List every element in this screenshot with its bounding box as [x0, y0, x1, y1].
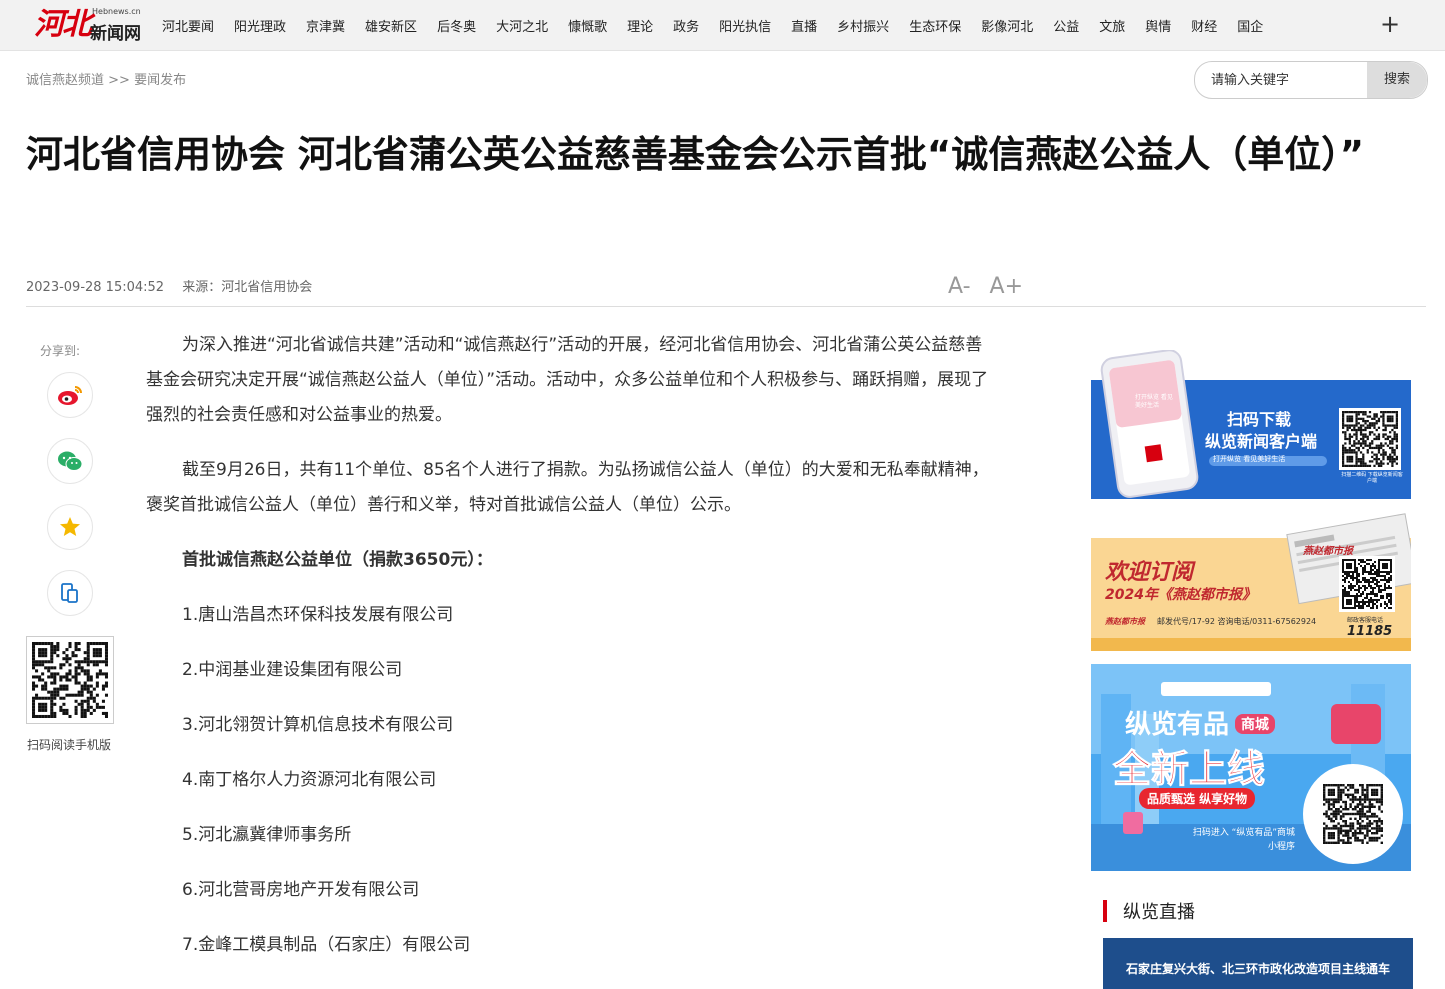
nav-item[interactable]: 政务	[673, 16, 699, 35]
article-meta: 2023-09-28 15:04:52 来源：河北省信用协会	[26, 276, 312, 295]
nav-item[interactable]: 理论	[627, 16, 653, 35]
ad1-line3: 打开纵览 看见美好生活	[1213, 455, 1286, 463]
ad3-tag: 商城	[1235, 714, 1275, 734]
meta-divider	[26, 306, 1426, 307]
qr-code-icon	[32, 642, 108, 718]
live-video-thumbnail[interactable]: 石家庄复兴大街、北三环市政化改造项目主线通车	[1103, 938, 1413, 989]
live-heading[interactable]: 纵览直播	[1123, 898, 1195, 924]
search-button[interactable]: 搜索	[1367, 62, 1427, 98]
logo-site-name: 新闻网	[90, 24, 141, 44]
ad3-qr-caption: 扫码进入 “纵览有品”商城小程序	[1192, 828, 1295, 852]
app-download-banner[interactable]: 打开纵览 看见美好生活 扫码下载 纵览新闻客户端 打开纵览 看见美好生活 扫描二…	[1091, 350, 1411, 499]
ad3-brand: 纵览有品	[1125, 710, 1230, 740]
ad1-line1: 扫码下载	[1227, 410, 1292, 429]
nav-item[interactable]: 慷慨歌	[568, 16, 607, 35]
logo-domain: Hebnews.cn	[92, 7, 141, 16]
wechat-share-button[interactable]	[47, 438, 93, 484]
newspaper-subscribe-banner[interactable]: 燕赵都市报 欢迎订阅 2024年《燕赵都市报》 燕赵都市报 邮发代号/17-92…	[1091, 512, 1411, 651]
unit-list-item: 1.唐山浩昌杰环保科技发展有限公司	[182, 605, 454, 625]
search-box: 搜索	[1194, 61, 1428, 99]
share-label: 分享到:	[40, 344, 81, 358]
article-source: 来源：河北省信用协会	[182, 280, 313, 295]
unit-list-heading: 首批诚信燕赵公益单位（捐款3650元）：	[182, 550, 493, 570]
mobile-share-button[interactable]	[47, 570, 93, 616]
ad2-hotline-label: 邮政客服电话	[1347, 617, 1384, 624]
ad1-phone-text: 打开纵览 看见美好生活	[1135, 394, 1173, 409]
site-logo[interactable]: 河北 Hebnews.cn 新闻网	[34, 5, 142, 45]
nav-item[interactable]: 京津冀	[306, 16, 345, 35]
ad3-headline: 全新上线	[1112, 747, 1266, 792]
ad2-line2: 2024年《燕赵都市报》	[1105, 587, 1256, 603]
nav-item[interactable]: 直播	[791, 16, 817, 35]
article-paragraph: 截至9月26日，共有11个单位、85名个人进行了捐款。为弘扬诚信公益人（单位）的…	[146, 460, 989, 515]
nav-item[interactable]: 国企	[1237, 16, 1263, 35]
breadcrumb-separator: >>	[108, 73, 130, 88]
breadcrumb-section-link[interactable]: 要闻发布	[134, 73, 186, 88]
unit-list-item: 6.河北营哥房地产开发有限公司	[182, 880, 420, 900]
nav-item[interactable]: 雄安新区	[365, 16, 417, 35]
mobile-qr-code	[26, 636, 114, 724]
star-icon	[60, 517, 80, 536]
nav-item[interactable]: 公益	[1053, 16, 1079, 35]
mall-launch-banner[interactable]: 纵览有品 商城 全新上线 品质甄选 纵享好物 扫码进入 “纵览有品”商城小程序	[1091, 664, 1411, 871]
live-caption: 石家庄复兴大街、北三环市政化改造项目主线通车	[1125, 962, 1390, 976]
mobile-devices-icon	[61, 583, 78, 603]
wechat-icon	[58, 451, 83, 471]
unit-list-item: 7.金峰工模具制品（石家庄）有限公司	[182, 935, 471, 955]
weibo-icon	[58, 386, 82, 405]
section-accent-bar	[1103, 900, 1107, 922]
unit-list-item: 3.河北翎贺计算机信息技术有限公司	[182, 715, 454, 735]
ad2-paper-name: 燕赵都市报	[1303, 546, 1353, 557]
nav-item[interactable]: 文旅	[1099, 16, 1125, 35]
qr-caption: 扫码阅读手机版	[27, 738, 112, 752]
article-body: 为深入推进“河北省诚信共建”活动和“诚信燕赵行”活动的开展，经河北省信用协会、河…	[146, 328, 996, 983]
top-navigation-bar: 河北 Hebnews.cn 新闻网 河北要闻 阳光理政 京津冀 雄安新区 后冬奥 大河之北…	[0, 0, 1445, 51]
ad2-line3: 邮发代号/17-92 咨询电话/0311-67562924	[1157, 617, 1317, 626]
live-section-header: 纵览直播	[1091, 889, 1425, 929]
search-input[interactable]	[1209, 70, 1363, 90]
ad3-sub: 品质甄选 纵享好物	[1139, 788, 1256, 809]
breadcrumb-channel-link[interactable]: 诚信燕赵频道	[26, 73, 104, 88]
favorite-share-button[interactable]	[47, 504, 93, 550]
ad1-line2: 纵览新闻客户端	[1205, 432, 1318, 451]
ad1-qr-caption: 扫描二维码 下载纵览新闻客户端	[1341, 472, 1403, 484]
nav-item[interactable]: 河北要闻	[162, 16, 214, 35]
nav-item[interactable]: 财经	[1191, 16, 1217, 35]
nav-item[interactable]: 阳光执信	[719, 16, 771, 35]
nav-item[interactable]: 影像河北	[981, 16, 1033, 35]
unit-list-item: 4.南丁格尔人力资源河北有限公司	[182, 770, 437, 790]
nav-item[interactable]: 舆情	[1145, 16, 1171, 35]
unit-list-item: 2.中润基业建设集团有限公司	[182, 660, 403, 680]
ad2-line1: 欢迎订阅	[1105, 560, 1194, 585]
nav-item[interactable]: 后冬奥	[437, 16, 476, 35]
nav-item[interactable]: 大河之北	[496, 16, 548, 35]
weibo-share-button[interactable]	[47, 372, 93, 418]
ad2-hotline: 11185	[1347, 624, 1393, 639]
ad2-paper-name-small: 燕赵都市报	[1105, 617, 1145, 626]
nav-item[interactable]: 乡村振兴	[837, 16, 889, 35]
nav-menu: 河北要闻 阳光理政 京津冀 雄安新区 后冬奥 大河之北 慷慨歌 理论 政务 阳光执信 直播 乡村振兴 生…	[152, 0, 1273, 50]
more-menu-button[interactable]: +	[1380, 12, 1400, 36]
font-decrease-button[interactable]: A-	[948, 274, 971, 299]
font-size-controls: A- A+	[948, 274, 1035, 299]
article-paragraph: 为深入推进“河北省诚信共建”活动和“诚信燕赵行”活动的开展，经河北省信用协会、河…	[146, 335, 989, 425]
unit-list-item: 5.河北瀛冀律师事务所	[182, 825, 352, 845]
nav-item[interactable]: 生态环保	[909, 16, 961, 35]
breadcrumb: 诚信燕赵频道 >> 要闻发布	[26, 69, 186, 88]
publish-datetime: 2023-09-28 15:04:52	[26, 280, 165, 295]
article-title: 河北省信用协会 河北省蒲公英公益慈善基金会公示首批“诚信燕赵公益人（单位）”	[26, 133, 1365, 176]
font-increase-button[interactable]: A+	[990, 274, 1023, 299]
logo-brand: 河北	[34, 7, 92, 42]
nav-item[interactable]: 阳光理政	[234, 16, 286, 35]
